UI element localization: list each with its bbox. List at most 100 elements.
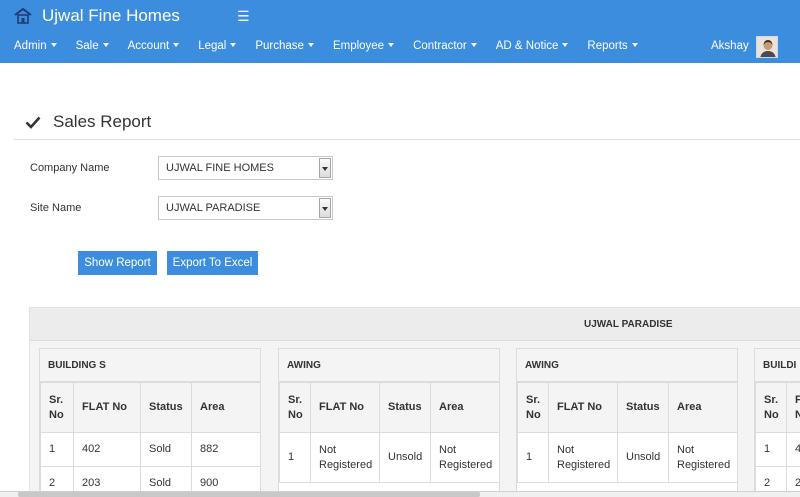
site-header-title: UJWAL PARADISE [584,319,673,330]
building-name: BUILDI [755,349,800,382]
col-header-status: Status [140,382,192,433]
header-text: Sr. [764,393,779,406]
site-name-value: UJWAL PARADISE [166,202,261,214]
col-header-area: Area [191,382,261,433]
cell-text: Registered [677,458,731,471]
cell-text: Registered [439,458,493,471]
header-text: Sr. [49,393,64,406]
caret-down-icon [470,43,477,47]
col-header-sr-no: Sr. No [755,382,787,433]
cell-area: Not Registered [430,432,500,483]
cell-flat-no: Not Registered [310,432,380,483]
cell-sr-no: 1 [40,432,74,467]
col-header-sr-no: Sr. No [279,382,311,433]
nav-item-reports[interactable]: Reports [587,40,638,52]
nav-item-legal[interactable]: Legal [198,40,237,52]
building-panel: AWING Sr. No FLAT No Status Area 1 Not Reg… [278,348,500,496]
company-name-select[interactable]: UJWAL FINE HOMES [158,156,333,180]
building-name: AWING [517,349,737,382]
cell-flat-no: Not Registered [548,432,618,483]
avatar[interactable] [756,36,778,58]
cell-area: Not Registered [668,432,738,483]
site-header: UJWAL PARADISE [30,308,800,341]
nav-item-account[interactable]: Account [128,40,180,52]
caret-down-icon [102,43,109,47]
building-table: Sr. No FLAT No Status Area 1 402 Sold 882… [40,382,261,496]
building-table: Sr. No FLAT No Status Area 1 Not Registere… [517,382,738,483]
user-avatar-icon [757,37,777,57]
table-row[interactable]: 1 402 Sold 882 [40,432,261,467]
nav-label: Employee [332,40,385,52]
nav-label: Purchase [255,40,304,52]
hamburger-icon[interactable]: ☰ [237,8,250,25]
table-row[interactable]: 1 Not Registered Unsold Not Registered [279,432,500,483]
top-navbar: Ujwal Fine Homes ☰ Admin Sale Account Le… [0,0,800,63]
caret-down-icon [173,43,180,47]
nav-item-employee[interactable]: Employee [332,40,395,52]
nav-item-admin[interactable]: Admin [14,40,57,52]
house-logo-icon [14,7,32,24]
caret-down-icon [388,43,395,47]
cell-sr-no: 1 [517,432,549,483]
col-header-sr-no: Sr. No [40,382,74,433]
cell-status: Unsold [379,432,431,483]
company-name-value: UJWAL FINE HOMES [166,162,274,174]
cell-text: Not [319,443,337,456]
sales-report-panel: UJWAL PARADISE BUILDING S Sr. No FLAT No … [29,307,800,497]
app-title: Ujwal Fine Homes [42,6,180,25]
caret-down-icon [50,43,57,47]
caret-down-icon [562,43,569,47]
horizontal-scrollbar[interactable] [0,491,800,497]
building-panel: BUILDING S Sr. No FLAT No Status Area 1 4… [39,348,261,496]
header-text: Sr. [288,393,303,406]
dropdown-arrow-icon[interactable] [319,158,331,178]
building-panel: AWING Sr. No FLAT No Status Area 1 Not Reg… [516,348,738,496]
cell-flat-no: 4 [786,432,800,467]
user-name[interactable]: Akshay [711,40,749,52]
table-header-row: Sr. No FLAT No Status Area [279,382,500,433]
table-row[interactable]: 1 4 [755,432,800,467]
header-text: No [288,408,303,421]
nav-label: Legal [198,40,227,52]
col-header-flat-no: FLAT No [786,382,800,433]
col-header-flat-no: FLAT No [310,382,380,433]
main-menu: Admin Sale Account Legal Purchase Employ… [14,40,657,52]
caret-down-icon [307,43,314,47]
building-table: Sr. No FLAT No Status Area 1 Not Registere… [279,382,500,483]
header-text: No [526,408,541,421]
brand[interactable]: Ujwal Fine Homes [14,6,180,26]
nav-label: Admin [14,40,47,52]
col-header-area: Area [668,382,738,433]
cell-flat-no: 402 [73,432,141,467]
page-title: Sales Report [53,112,152,131]
table-header-row: Sr. No FLAT No Status Area [40,382,261,433]
nav-item-contractor[interactable]: Contractor [413,40,477,52]
header-text: No [49,408,64,421]
col-header-sr-no: Sr. No [517,382,549,433]
cell-status: Sold [140,432,192,467]
page-header: Sales Report [25,112,151,132]
cell-area: 882 [191,432,261,467]
cell-text: Not [439,443,457,456]
nav-item-ad-notice[interactable]: AD & Notice [496,40,569,52]
table-row[interactable]: 1 Not Registered Unsold Not Registered [517,432,738,483]
nav-item-purchase[interactable]: Purchase [255,40,314,52]
header-text: No [764,408,779,421]
nav-label: Sale [75,40,99,52]
building-name: BUILDING S [40,349,260,382]
cell-sr-no: 1 [755,432,787,467]
cell-status: Unsold [617,432,669,483]
divider [14,139,800,140]
cell-sr-no: 1 [279,432,311,483]
col-header-flat-no: FLAT No [73,382,141,433]
building-name: AWING [279,349,499,382]
dropdown-arrow-icon[interactable] [319,198,331,218]
col-header-status: Status [617,382,669,433]
cell-text: Not [677,443,695,456]
show-report-button[interactable]: Show Report [78,251,157,275]
export-to-excel-button[interactable]: Export To Excel [167,251,258,275]
scrollbar-thumb[interactable] [18,492,480,497]
site-name-select[interactable]: UJWAL PARADISE [158,196,333,220]
nav-item-sale[interactable]: Sale [76,40,109,52]
company-name-label: Company Name [30,162,110,174]
